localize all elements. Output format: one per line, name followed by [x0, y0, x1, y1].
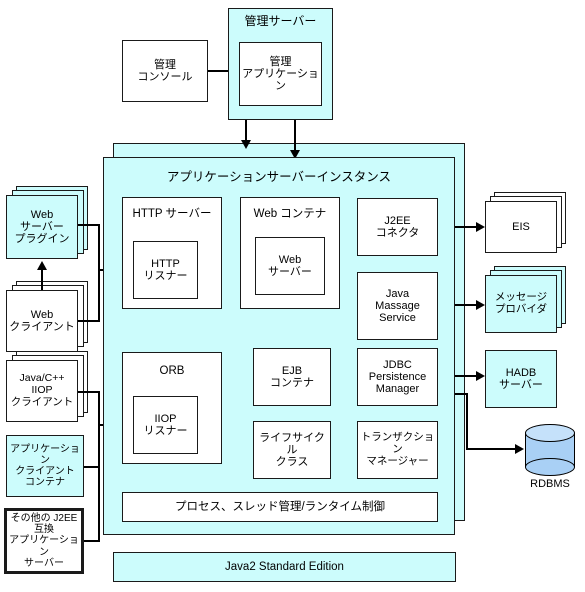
web-client-box: Web クライアント	[6, 290, 78, 352]
connector-webclient-out	[78, 320, 100, 322]
jms-box: Java Massage Service	[357, 272, 438, 340]
other-j2ee-server-box: その他の J2EE 互換 アプリケーション サーバー	[4, 508, 84, 574]
j2ee-connector-label: J2EE コネクタ	[375, 214, 420, 239]
jms-label: Java Massage Service	[375, 287, 420, 325]
eis-box: EIS	[485, 201, 557, 253]
transaction-manager-label: トランザクション マネージャー	[360, 431, 435, 467]
connector-jdbc-to-rdbms-v	[466, 393, 468, 450]
rdbms-cylinder-top	[525, 424, 575, 442]
arrowhead-j2ee-to-eis	[476, 222, 485, 232]
app-client-container-label: アプリケーション クライアント コンテナ	[10, 443, 80, 489]
admin-application-box: 管理 アプリケーション	[239, 42, 322, 106]
connector-console-to-admin-app	[208, 70, 230, 72]
iiop-listener-label: IIOP リスナー	[143, 412, 188, 437]
web-server-plugin-label: Web サーバー プラグイン	[14, 208, 70, 246]
http-server-label: HTTP サーバー	[132, 208, 212, 220]
app-server-instance-title: アプリケーションサーバーインスタンス	[166, 170, 392, 184]
ejb-container-label: EJB コンテナ	[270, 364, 314, 389]
http-listener-box: HTTP リスナー	[133, 241, 198, 299]
rdbms-cylinder-bottom	[525, 458, 575, 476]
transaction-manager-box: トランザクション マネージャー	[357, 421, 438, 479]
process-thread-box: プロセス、スレッド管理/ランタイム制御	[122, 492, 438, 522]
arrowhead-jdbc-to-hadb	[476, 371, 485, 381]
message-provider-box: メッセージ プロバイダ	[485, 275, 557, 333]
connector-jdbc-to-rdbms-h2	[466, 448, 518, 450]
iiop-client-label: Java/C++ IIOP クライアント	[10, 372, 74, 408]
java2-standard-edition-label: Java2 Standard Edition	[225, 560, 344, 573]
connector-plugin-out	[78, 224, 100, 226]
java2-standard-edition-box: Java2 Standard Edition	[113, 552, 456, 582]
connector-iiop-bus	[98, 391, 100, 541]
connector-admin-to-instance-shadow	[245, 120, 247, 142]
connector-webclient-to-plugin	[41, 268, 43, 290]
rdbms-cylinder	[525, 424, 575, 476]
web-container-label: Web コンテナ	[253, 208, 327, 220]
admin-server-title: 管理サーバー	[244, 14, 317, 28]
rdbms-label: RDBMS	[530, 478, 570, 490]
arrowhead-jdbc-to-rdbms	[515, 444, 524, 454]
j2ee-connector-box: J2EE コネクタ	[357, 198, 438, 256]
hadb-server-box: HADB サーバー	[485, 350, 557, 408]
web-server-label: Web サーバー	[268, 253, 312, 278]
iiop-client-box: Java/C++ IIOP クライアント	[6, 360, 78, 422]
orb-label: ORB	[159, 365, 185, 377]
jdbc-persistence-manager-label: JDBC Persistence Manager	[368, 358, 427, 396]
admin-console-label: 管理 コンソール	[137, 58, 193, 83]
jdbc-persistence-manager-box: JDBC Persistence Manager	[357, 348, 438, 406]
web-server-box: Web サーバー	[255, 237, 325, 295]
other-j2ee-server-label: その他の J2EE 互換 アプリケーション サーバー	[9, 513, 79, 569]
admin-console-box: 管理 コンソール	[122, 40, 208, 102]
message-provider-label: メッセージ プロバイダ	[494, 291, 548, 315]
eis-label: EIS	[512, 220, 530, 233]
web-client-label: Web クライアント	[9, 308, 75, 333]
arrowhead-webclient-to-plugin	[37, 261, 47, 270]
web-server-plugin-box: Web サーバー プラグイン	[6, 195, 78, 259]
process-thread-label: プロセス、スレッド管理/ランタイム制御	[175, 500, 385, 513]
iiop-listener-box: IIOP リスナー	[133, 396, 198, 454]
connector-iiop-client-out	[78, 391, 100, 393]
arrowhead-jms-to-message-provider	[476, 300, 485, 310]
hadb-server-label: HADB サーバー	[499, 366, 543, 391]
architecture-diagram: 管理 コンソール 管理サーバー 管理 アプリケーション アプリケーションサーバー…	[0, 0, 585, 592]
admin-application-label: 管理 アプリケーション	[242, 55, 319, 93]
connector-admin-to-instance	[294, 120, 296, 152]
lifecycle-class-label: ライフサイクル クラス	[259, 431, 325, 469]
http-listener-label: HTTP リスナー	[143, 257, 188, 282]
connector-http-bus	[98, 224, 100, 322]
lifecycle-class-box: ライフサイクル クラス	[253, 421, 331, 479]
app-client-container-box: アプリケーション クライアント コンテナ	[6, 435, 84, 497]
ejb-container-box: EJB コンテナ	[253, 348, 331, 406]
arrowhead-admin-to-instance-shadow	[241, 140, 251, 149]
